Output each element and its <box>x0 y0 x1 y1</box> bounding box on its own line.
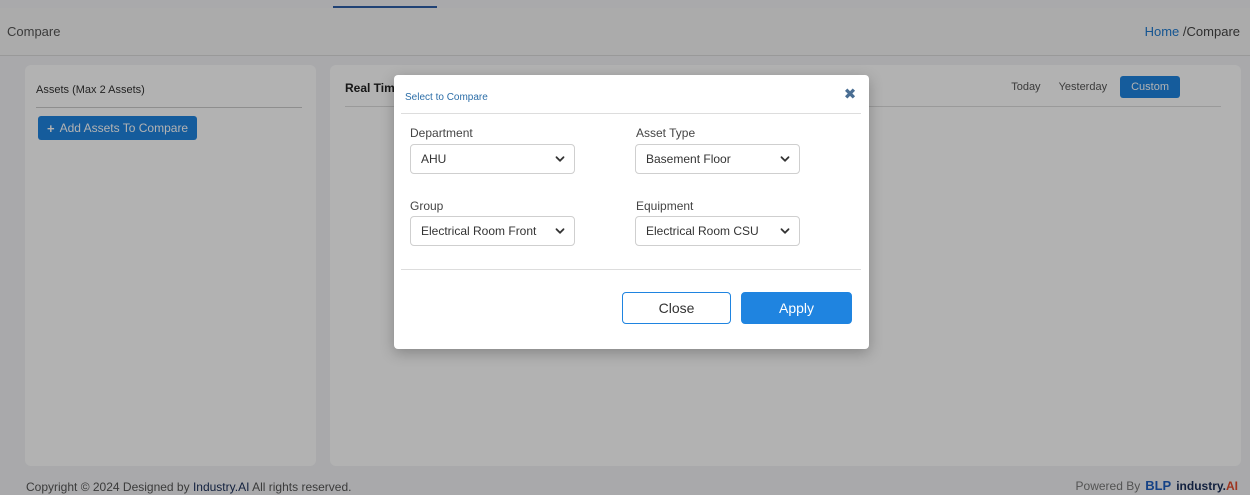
divider <box>401 113 861 114</box>
close-button[interactable]: Close <box>622 292 731 324</box>
department-label: Department <box>410 126 473 140</box>
chevron-down-icon <box>780 228 790 234</box>
close-icon[interactable]: ✖ <box>843 87 857 102</box>
asset-type-select-value: Basement Floor <box>646 152 731 166</box>
group-select-value: Electrical Room Front <box>421 224 537 238</box>
asset-type-label: Asset Type <box>636 126 696 140</box>
chevron-down-icon <box>780 156 790 162</box>
chevron-down-icon <box>555 156 565 162</box>
department-select[interactable]: AHU <box>410 144 575 174</box>
group-select[interactable]: Electrical Room Front <box>410 216 575 246</box>
equipment-label: Equipment <box>636 199 694 213</box>
asset-type-select[interactable]: Basement Floor <box>635 144 800 174</box>
department-select-value: AHU <box>421 152 447 166</box>
modal-title: Select to Compare <box>405 92 488 103</box>
equipment-select[interactable]: Electrical Room CSU <box>635 216 800 246</box>
chevron-down-icon <box>555 228 565 234</box>
apply-button[interactable]: Apply <box>741 292 852 324</box>
divider <box>401 269 861 270</box>
group-label: Group <box>410 199 444 213</box>
select-to-compare-modal: Select to Compare ✖ Department AHU Asset… <box>394 75 869 349</box>
equipment-select-value: Electrical Room CSU <box>646 224 759 238</box>
